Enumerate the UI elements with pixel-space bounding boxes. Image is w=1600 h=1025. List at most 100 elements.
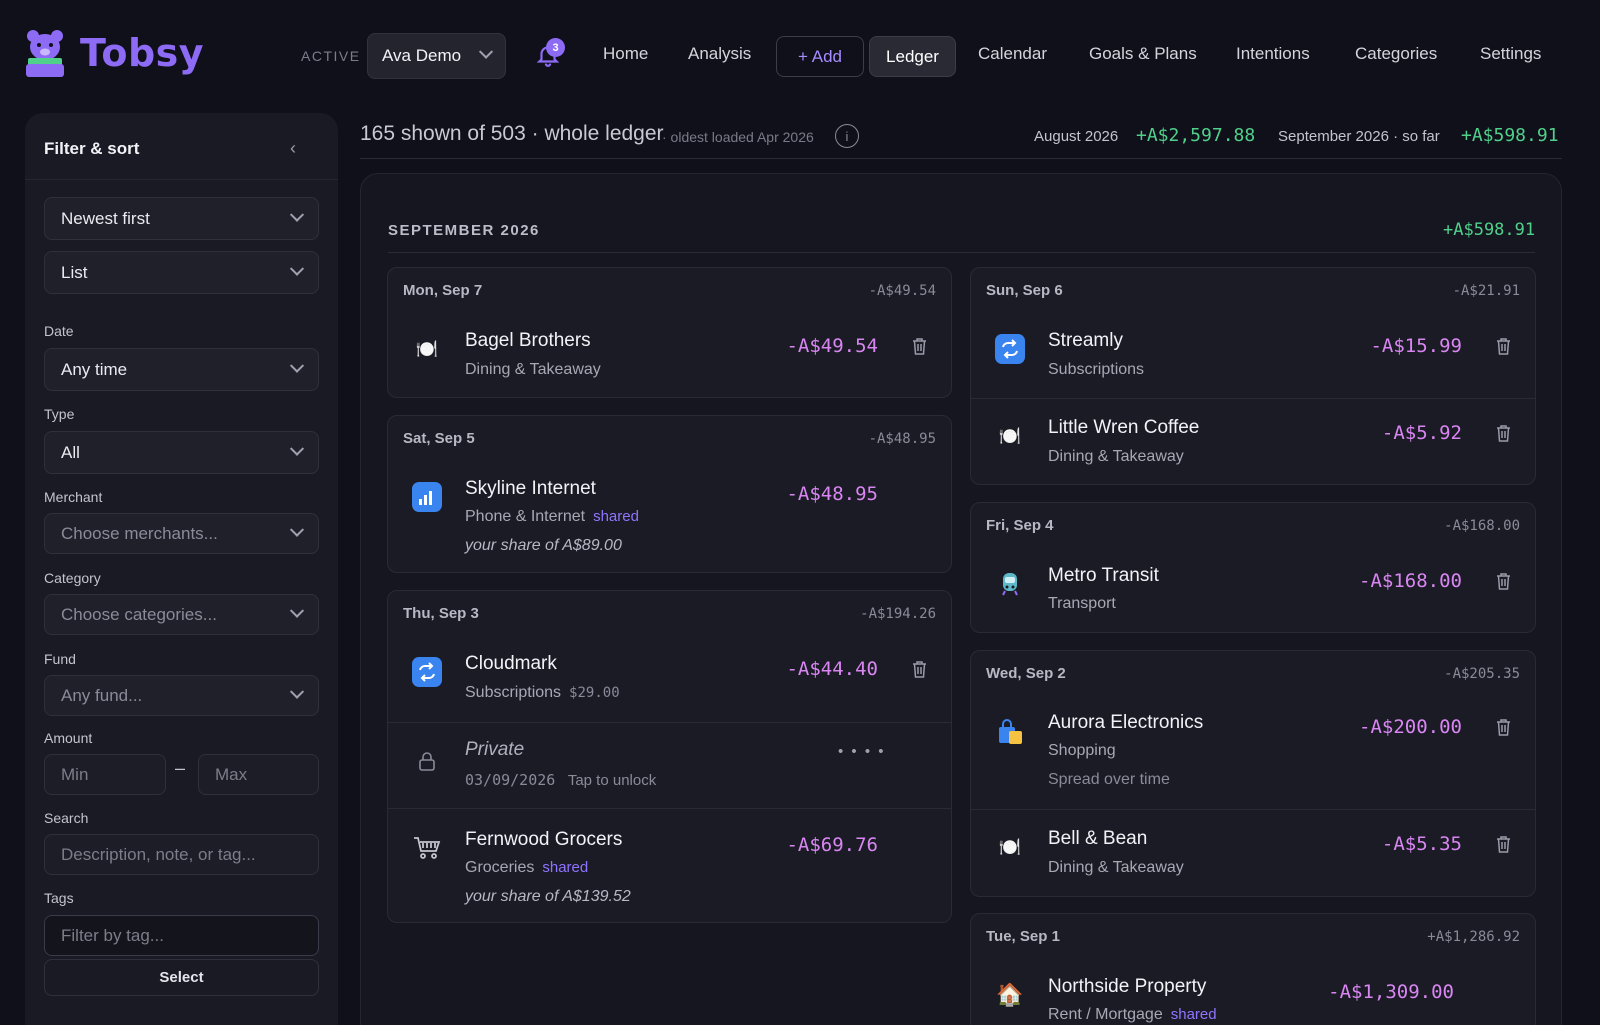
merchant-placeholder: Choose merchants... [61,523,218,543]
chevron-down-icon [289,207,305,222]
month2-label: September 2026 · so far [1278,128,1440,145]
search-label: Search [44,810,89,826]
trash-icon[interactable] [1496,425,1511,442]
nav-goals[interactable]: Goals & Plans [1089,44,1197,64]
transaction-amount: -A$5.35 [1381,833,1462,855]
add-button[interactable]: + Add [776,36,864,77]
amount-label: Amount [44,730,93,746]
plate-icon: 🍽️ [998,836,1022,857]
day-date: Tue, Sep 1 [986,928,1060,945]
day-date: Sat, Sep 5 [403,430,475,447]
transaction-amount: -A$200.00 [1359,716,1462,738]
merchant-select[interactable]: Choose merchants... [44,513,319,554]
transaction-amount: -A$69.76 [786,834,878,856]
day-card: Sun, Sep 6 -A$21.91 Streamly Subscriptio… [970,267,1536,485]
plate-icon: 🍽️ [998,425,1022,446]
day-card: Wed, Sep 2 -A$205.35 Aurora Electronics … [970,650,1536,897]
collapse-chevron-icon[interactable]: ‹ [290,138,296,159]
app-name: Tobsy [80,31,205,75]
trash-icon[interactable] [1496,836,1511,853]
category-name: Rent / Mortgage [1048,1006,1163,1023]
profile-name: Ava Demo [382,46,462,65]
sidebar-title: Filter & sort [44,139,140,158]
amount-min-input[interactable] [44,754,166,795]
sort-select[interactable]: Newest first [44,197,319,240]
view-value: List [61,262,88,282]
category-name: Phone & Internet [465,508,586,525]
chevron-down-icon [478,44,494,59]
share-note: your share of A$89.00 [465,537,622,554]
private-label: Private [465,739,525,760]
amount-max-input[interactable] [198,754,319,795]
category-line: Phone & Internet shared [465,508,639,526]
divider [25,179,338,180]
category-line: Rent / Mortgage shared [1048,1006,1217,1024]
oldest-loaded-text: · oldest loaded Apr 2026 [662,129,814,145]
category-name: Dining & Takeaway [1048,859,1184,876]
trash-icon[interactable] [912,338,927,355]
plate-icon: 🍽️ [415,338,439,359]
trash-icon[interactable] [1496,573,1511,590]
shopping-bag-icon [995,717,1025,747]
month1-value: +A$2,597.88 [1136,125,1256,146]
transaction-amount: -A$48.95 [786,483,878,505]
fund-select[interactable]: Any fund... [44,675,319,716]
nav-settings[interactable]: Settings [1480,44,1541,64]
chevron-down-icon [289,684,305,699]
shared-badge: shared [593,508,639,525]
day-date: Wed, Sep 2 [986,665,1066,682]
trash-icon[interactable] [1496,338,1511,355]
search-input[interactable] [44,834,319,875]
lock-icon [419,752,435,771]
transaction-amount: -A$15.99 [1370,335,1462,357]
sort-value: Newest first [61,208,150,228]
divider [388,252,1535,253]
divider [971,809,1535,810]
ledger-count-summary: 165 shown of 503 · whole ledger [360,122,664,145]
category-name: Dining & Takeaway [465,361,601,378]
nav-intentions[interactable]: Intentions [1236,44,1310,64]
notification-badge: 3 [546,38,565,57]
info-icon[interactable]: i [835,124,859,148]
signal-icon [412,482,442,512]
merchant-name: Fernwood Grocers [465,829,623,850]
logo[interactable]: Tobsy [24,28,204,78]
trash-icon[interactable] [1496,719,1511,736]
nav-analysis[interactable]: Analysis [688,44,751,64]
trash-icon[interactable] [912,661,927,678]
nav-home[interactable]: Home [603,44,648,64]
category-select[interactable]: Choose categories... [44,594,319,635]
nav-calendar[interactable]: Calendar [978,44,1047,64]
merchant-name: Bell & Bean [1048,828,1148,849]
chevron-down-icon [289,441,305,456]
category-label: Category [44,570,101,586]
tags-label: Tags [44,890,74,906]
fund-placeholder: Any fund... [61,685,143,705]
chevron-down-icon [289,603,305,618]
profile-select[interactable]: Ava Demo [367,33,506,79]
tags-filter-input[interactable] [44,915,319,956]
date-select[interactable]: Any time [44,348,319,391]
month2-value: +A$598.91 [1461,125,1559,146]
top-bar: Tobsy ACTIVE Ava Demo 3 Home Analysis + … [0,0,1600,112]
month-total: +A$598.91 [1443,220,1536,240]
day-date: Sun, Sep 6 [986,282,1063,299]
bear-logo-icon [26,30,64,77]
divider [388,722,951,723]
select-tags-button[interactable]: Select [44,959,319,996]
nav-categories[interactable]: Categories [1355,44,1437,64]
type-select[interactable]: All [44,431,319,474]
divider [360,158,1562,159]
category-line: Groceries shared [465,859,588,877]
day-total: -A$205.35 [1444,666,1520,682]
nav-ledger[interactable]: Ledger [869,36,956,77]
category-placeholder: Choose categories... [61,604,217,624]
transaction-amount: -A$168.00 [1359,570,1462,592]
merchant-name: Metro Transit [1048,565,1159,586]
month-title: SEPTEMBER 2026 [388,222,540,239]
day-date: Mon, Sep 7 [403,282,483,299]
type-label: Type [44,406,75,422]
transaction-date: 03/09/2026 [465,771,556,789]
view-select[interactable]: List [44,251,319,294]
category-name: Groceries [465,859,535,876]
